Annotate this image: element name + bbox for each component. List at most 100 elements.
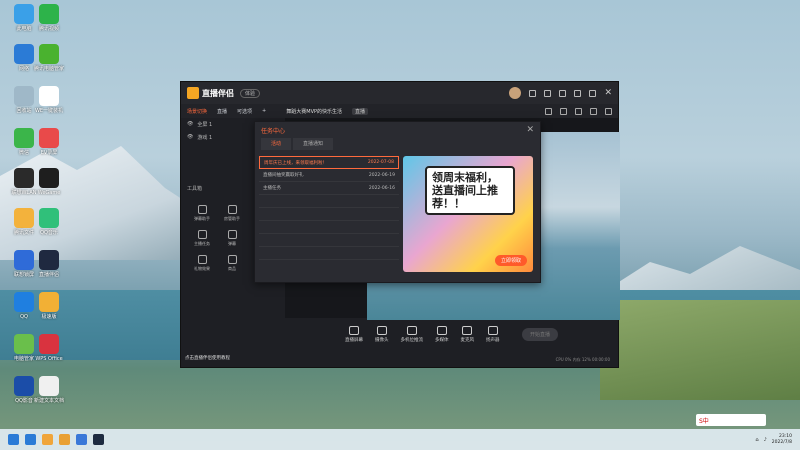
avatar[interactable] xyxy=(509,87,522,99)
task-row[interactable]: 周年庆已上线，来领取福利啦！ 2022-07-08 xyxy=(259,156,399,169)
message-icon[interactable] xyxy=(529,89,537,97)
tool-icon xyxy=(197,205,207,214)
app-icon xyxy=(39,86,59,106)
tool-item[interactable]: 礼物效果 xyxy=(187,255,217,272)
ime-label[interactable]: S中 xyxy=(699,416,709,425)
desktop-icon[interactable]: 新建文本文档 xyxy=(30,376,68,405)
app-logo-icon xyxy=(187,87,199,99)
tool-icon xyxy=(197,230,207,239)
scene-tabs: 场景切换 直播 可选项 + 舞蹈大赛MVP的快乐生活 直播 xyxy=(181,104,618,118)
tab-scene[interactable]: 场景切换 xyxy=(187,108,207,115)
clock[interactable]: 23:10 2022/7/8 xyxy=(772,434,792,446)
tool-item[interactable]: 弹幕助手 xyxy=(187,205,217,222)
menu-icon[interactable] xyxy=(559,89,567,97)
unlock-icon[interactable] xyxy=(575,107,582,115)
bottom-tool[interactable]: 摄像头 xyxy=(375,325,389,343)
tool-item[interactable]: 主播任务 xyxy=(187,230,217,247)
app-icon xyxy=(39,168,59,188)
status-bar: CPU 0% 内存 12% 00:00:00 xyxy=(555,357,610,362)
banner-text: 领周末福利，送直播间上推荐！！ xyxy=(425,166,515,215)
system-tray: ⌂ ♪ 23:10 2022/7/8 xyxy=(755,434,792,446)
desktop-icon-label: WE一键装机 xyxy=(34,108,64,114)
task-row-empty xyxy=(259,247,399,260)
start-icon[interactable] xyxy=(8,434,19,445)
taskbar-app-icon[interactable] xyxy=(76,434,87,445)
app-icon xyxy=(39,376,59,396)
bottom-tool[interactable]: 扬声器 xyxy=(486,325,500,343)
task-row[interactable]: 主播任务 2022-06-16 xyxy=(259,182,399,195)
tool-item[interactable]: 弹幕 xyxy=(217,230,247,247)
taskbar-app-icon[interactable] xyxy=(25,434,36,445)
tab-live[interactable]: 直播 xyxy=(217,108,227,115)
banner-claim-button[interactable]: 立即领取 xyxy=(494,255,527,266)
tool-icon xyxy=(406,325,417,335)
tool-item[interactable]: 房管助手 xyxy=(217,205,247,222)
tool-icon xyxy=(462,325,473,335)
desktop-icon[interactable]: WE一键装机 xyxy=(30,86,68,115)
bottom-tool[interactable]: 多媒体 xyxy=(435,325,449,343)
tool-icon xyxy=(227,230,237,239)
desktop-icon[interactable]: WPS Office xyxy=(30,334,68,363)
desktop-icon-label: 新建文本文档 xyxy=(33,398,64,404)
app-icon xyxy=(39,208,59,228)
taskbar-apps xyxy=(25,434,104,445)
desktop-icon-label: 腾讯视频 xyxy=(38,26,59,32)
tab-options[interactable]: 可选项 xyxy=(237,108,252,115)
task-row-empty xyxy=(259,208,399,221)
minimize-icon[interactable] xyxy=(574,89,582,97)
bottom-tool[interactable]: 多机位推流 xyxy=(401,325,423,343)
wifi-icon[interactable]: ⌂ xyxy=(755,437,758,443)
taskbar-app-icon[interactable] xyxy=(42,434,53,445)
tutorial-tip[interactable]: 点击直播伴侣使用教程 xyxy=(185,355,230,361)
desktop-icon[interactable]: WeGame xyxy=(30,168,68,197)
tool-icon xyxy=(227,205,237,214)
tool-icon xyxy=(197,255,207,264)
task-center-dialog: 任务中心 ✕ 活动 直播通知 周年庆已上线，来领取福利啦！ 2022-07-08 直… xyxy=(254,121,541,283)
add-tab-icon[interactable]: + xyxy=(262,108,266,114)
eye-icon[interactable]: 👁 xyxy=(187,134,193,141)
volume-icon[interactable]: ♪ xyxy=(764,437,767,443)
bottom-tool[interactable]: 直播屏幕 xyxy=(345,325,363,343)
desktop-icon[interactable]: 极速版 xyxy=(30,292,68,321)
calendar-icon[interactable] xyxy=(544,89,552,97)
start-live-button[interactable]: 开始直播 xyxy=(521,327,558,341)
tool-icon xyxy=(349,325,359,335)
desktop-icon[interactable]: 腾讯视频 xyxy=(30,4,68,33)
tab-notifications[interactable]: 直播通知 xyxy=(293,138,334,150)
lock-icon[interactable] xyxy=(560,107,567,115)
app-icon xyxy=(39,250,59,270)
task-row-empty xyxy=(259,234,399,247)
desktop-icon[interactable]: EV录屏 xyxy=(30,128,68,157)
tool-item[interactable]: 商品 xyxy=(217,255,247,272)
ime-toolbar[interactable]: S中 xyxy=(696,414,766,426)
desktop-icon[interactable]: 直播伴侣 xyxy=(30,250,68,279)
desktop-icon-label: WeGame xyxy=(37,190,61,196)
app-icon xyxy=(39,292,59,312)
task-row-empty xyxy=(259,221,399,234)
bottom-tool[interactable]: 麦克风 xyxy=(461,325,474,343)
wallpaper-grass xyxy=(600,300,800,400)
eye-icon[interactable]: 👁 xyxy=(187,121,193,128)
taskbar-app-icon[interactable] xyxy=(59,434,70,445)
app-icon xyxy=(39,128,59,148)
settings-icon[interactable] xyxy=(590,107,597,115)
desktop-icon[interactable]: QQ音乐 xyxy=(30,208,68,237)
version-badge[interactable]: 体验 xyxy=(240,88,261,98)
desktop-icon-label: EV录屏 xyxy=(40,150,58,156)
tab-activity[interactable]: 活动 xyxy=(261,138,292,150)
scene-title: 舞蹈大赛MVP的快乐生活 xyxy=(286,108,343,115)
taskbar-app-icon[interactable] xyxy=(93,434,104,445)
tool-icon xyxy=(436,325,447,335)
scene-live-button[interactable]: 直播 xyxy=(352,107,369,115)
promo-banner[interactable]: 领周末福利，送直播间上推荐！！ 立即领取 xyxy=(403,156,533,272)
app-icon xyxy=(39,4,59,24)
desktop-icon-label: WPS Office xyxy=(35,356,63,362)
task-row[interactable]: 直播间抽奖赢取好礼 2022-06-19 xyxy=(259,169,399,182)
maximize-icon[interactable] xyxy=(589,89,597,97)
desktop-icon[interactable]: 腾讯电脑管家 xyxy=(30,44,68,73)
share-icon[interactable] xyxy=(605,107,612,115)
toolbox-heading: 工具箱 xyxy=(187,186,203,192)
delete-icon[interactable] xyxy=(545,107,552,115)
close-icon[interactable]: ✕ xyxy=(604,88,612,97)
dialog-close-icon[interactable]: ✕ xyxy=(526,125,534,135)
